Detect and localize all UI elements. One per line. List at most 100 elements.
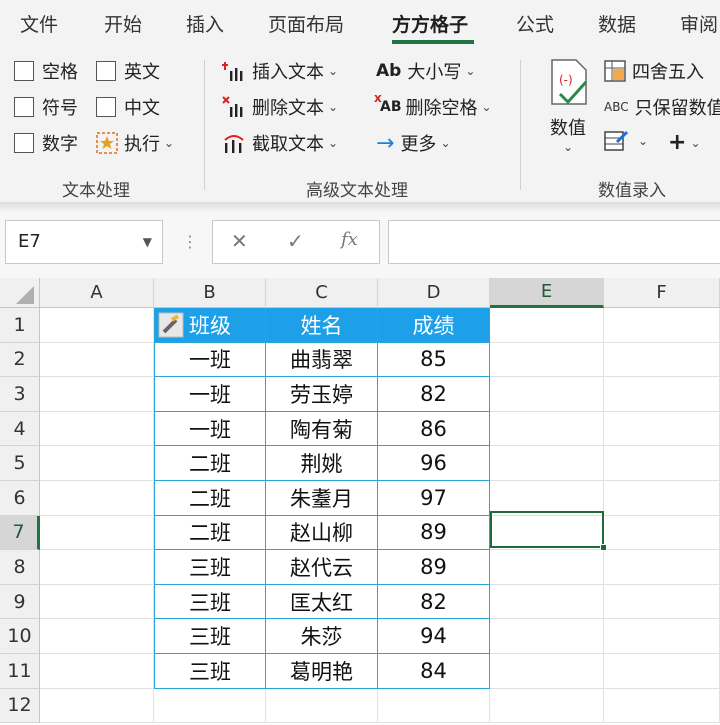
tab-data[interactable]: 数据 (598, 10, 636, 37)
empty-cell[interactable] (40, 377, 154, 412)
delete-spaces-button[interactable]: x AB 删除空格 ⌄ (374, 91, 492, 120)
row-header-12[interactable]: 12 (0, 688, 40, 724)
empty-cell[interactable] (40, 308, 154, 343)
table-cell[interactable]: 一班 (154, 342, 266, 378)
empty-cell[interactable] (490, 550, 604, 585)
drag-handle-icon[interactable]: ⋮ (182, 232, 198, 251)
table-cell[interactable]: 二班 (154, 481, 266, 516)
row-header-8[interactable]: 8 (0, 550, 40, 585)
table-cell[interactable]: 劳玉婷 (266, 377, 378, 412)
column-header-a[interactable]: A (40, 278, 154, 308)
table-cell[interactable]: 赵山柳 (266, 515, 378, 551)
insert-function-icon[interactable]: fx (341, 229, 358, 250)
row-header-3[interactable]: 3 (0, 377, 40, 412)
table-cell[interactable]: 陶有菊 (266, 411, 378, 447)
empty-cell[interactable] (490, 446, 604, 481)
empty-cell[interactable] (490, 377, 604, 412)
table-cell[interactable]: 一班 (154, 411, 266, 447)
empty-cell[interactable] (490, 688, 604, 724)
select-all-corner[interactable] (0, 278, 40, 308)
tab-home[interactable]: 开始 (104, 10, 142, 37)
row-header-7[interactable]: 7 (0, 515, 40, 551)
column-header-d[interactable]: D (378, 278, 490, 308)
row-header-9[interactable]: 9 (0, 584, 40, 620)
table-cell[interactable]: 86 (378, 411, 490, 447)
tab-file[interactable]: 文件 (20, 10, 58, 37)
empty-cell[interactable] (40, 342, 154, 378)
table-cell[interactable]: 赵代云 (266, 550, 378, 585)
checkbox-english[interactable]: 英文 (96, 58, 160, 84)
table-cell[interactable]: 89 (378, 550, 490, 585)
table-cell[interactable]: 一班 (154, 377, 266, 412)
numeric-button[interactable]: (-) 数值 ⌄ (544, 58, 592, 168)
case-button[interactable]: Ab 大小写 ⌄ (376, 58, 475, 84)
table-cell[interactable]: 三班 (154, 584, 266, 620)
column-header-e[interactable]: E (490, 278, 604, 308)
table-header-cell[interactable]: 姓名 (266, 308, 378, 343)
insert-text-button[interactable]: 插入文本 ⌄ (222, 58, 338, 84)
table-cell[interactable]: 97 (378, 481, 490, 516)
checkbox-symbol[interactable]: 符号 (14, 94, 78, 120)
table-cell[interactable]: 朱莎 (266, 619, 378, 654)
table-header-cell[interactable]: 成绩 (378, 308, 490, 343)
empty-cell[interactable] (604, 688, 720, 724)
column-header-f[interactable]: F (604, 278, 720, 308)
tab-page-layout[interactable]: 页面布局 (268, 10, 344, 37)
column-header-c[interactable]: C (266, 278, 378, 308)
empty-cell[interactable] (604, 446, 720, 481)
empty-cell[interactable] (604, 515, 720, 551)
name-box[interactable]: E7 ▼ (5, 220, 163, 264)
empty-cell[interactable] (490, 308, 604, 343)
empty-cell[interactable] (40, 619, 154, 654)
table-cell[interactable]: 曲翡翠 (266, 342, 378, 378)
checkbox-chinese[interactable]: 中文 (96, 94, 160, 120)
table-cell[interactable]: 96 (378, 446, 490, 481)
confirm-icon[interactable]: ✓ (287, 229, 304, 253)
row-header-11[interactable]: 11 (0, 654, 40, 689)
empty-cell[interactable] (40, 446, 154, 481)
table-cell[interactable]: 94 (378, 619, 490, 654)
empty-cell[interactable] (604, 481, 720, 516)
empty-cell[interactable] (604, 411, 720, 447)
empty-cell[interactable] (154, 688, 266, 724)
table-cell[interactable]: 葛明艳 (266, 654, 378, 689)
empty-cell[interactable] (490, 411, 604, 447)
formula-input[interactable] (388, 220, 720, 264)
table-cell[interactable]: 二班 (154, 515, 266, 551)
table-cell[interactable]: 三班 (154, 550, 266, 585)
empty-cell[interactable] (266, 688, 378, 724)
empty-cell[interactable] (40, 550, 154, 585)
plus-dropdown-button[interactable]: + ⌄ (668, 130, 701, 155)
round-button[interactable]: 四舍五入 (604, 58, 704, 84)
tab-fangfang[interactable]: 方方格子 (392, 10, 468, 37)
empty-cell[interactable] (40, 584, 154, 620)
checkbox-number[interactable]: 数字 (14, 130, 78, 156)
empty-cell[interactable] (604, 584, 720, 620)
tab-formulas[interactable]: 公式 (516, 10, 554, 37)
table-cell[interactable]: 84 (378, 654, 490, 689)
row-header-6[interactable]: 6 (0, 481, 40, 516)
execute-button[interactable]: 执行 ⌄ (96, 130, 174, 156)
row-header-1[interactable]: 1 (0, 308, 40, 343)
column-header-b[interactable]: B (154, 278, 266, 308)
keep-numeric-button[interactable]: ABC 只保留数值 (604, 94, 720, 120)
checkbox-space[interactable]: 空格 (14, 58, 78, 84)
table-cell[interactable]: 82 (378, 584, 490, 620)
tab-review[interactable]: 审阅 (680, 10, 718, 37)
table-cell[interactable]: 二班 (154, 446, 266, 481)
table-cell[interactable]: 朱耋月 (266, 481, 378, 516)
tab-insert[interactable]: 插入 (186, 10, 224, 37)
fill-handle[interactable] (600, 544, 607, 551)
empty-cell[interactable] (490, 654, 604, 689)
row-header-10[interactable]: 10 (0, 619, 40, 654)
table-header-cell[interactable]: 班级 (154, 308, 266, 343)
table-cell[interactable]: 82 (378, 377, 490, 412)
empty-cell[interactable] (40, 654, 154, 689)
empty-cell[interactable] (604, 619, 720, 654)
delete-text-button[interactable]: 删除文本 ⌄ (222, 94, 338, 120)
edit-dropdown-button[interactable]: ⌄ (604, 130, 648, 152)
empty-cell[interactable] (604, 550, 720, 585)
empty-cell[interactable] (40, 515, 154, 551)
empty-cell[interactable] (40, 481, 154, 516)
table-cell[interactable]: 三班 (154, 619, 266, 654)
